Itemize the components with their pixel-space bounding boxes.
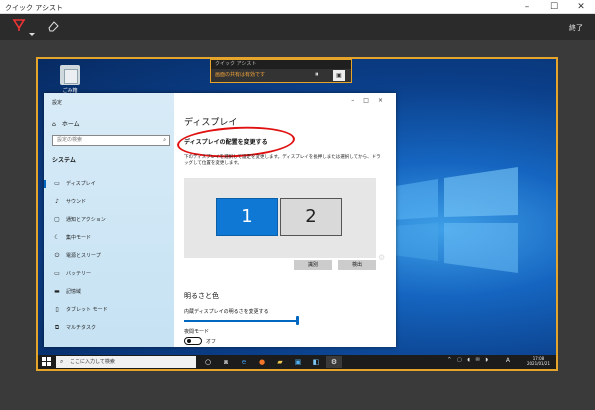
remote-cursor-icon: ⚙ xyxy=(378,253,386,262)
brightness-label: 内蔵ディスプレイの明るさを変更する xyxy=(184,309,269,315)
settings-sidebar: 設定 ⌂ ホーム 設定の検索 ⌕ システム ▭ ディスプレイ ♪ サウンド ▢ 通知とア… xyxy=(44,93,174,347)
sidebar-item-display[interactable]: ▭ ディスプレイ xyxy=(44,177,170,191)
sidebar-item-label: サウンド xyxy=(66,199,87,205)
store-icon[interactable]: ▣ xyxy=(290,356,306,368)
maximize-button[interactable]: ☐ xyxy=(542,1,566,13)
storage-icon: ▬ xyxy=(54,288,60,295)
quick-assist-toolbar xyxy=(0,14,595,40)
sidebar-item-multitasking[interactable]: ⧉ マルチタスク xyxy=(52,321,170,335)
notification-icon: ▢ xyxy=(54,216,60,223)
pause-icon[interactable]: ⏸ xyxy=(315,70,319,79)
share-options-button[interactable]: ▣ xyxy=(333,70,345,81)
night-mode-toggle[interactable] xyxy=(184,337,202,345)
sidebar-item-power[interactable]: ⏻ 電源とスリープ xyxy=(52,249,170,263)
sidebar-item-label: バッテリー xyxy=(66,271,92,277)
power-icon: ⏻ xyxy=(54,252,60,259)
remote-desktop-view[interactable]: ごみ箱 クイック アシスト 画面の共有は有効です ⏸ ▣ 設定 ⌂ ホーム 設定の… xyxy=(36,57,558,371)
sidebar-item-label: 集中モード xyxy=(66,235,92,241)
firefox-icon[interactable]: ● xyxy=(254,356,270,368)
search-placeholder: 設定の検索 xyxy=(57,137,83,143)
sidebar-item-storage[interactable]: ▬ 記憶域 xyxy=(52,285,170,299)
focus-assist-icon: ☾ xyxy=(54,234,60,241)
screen-sharing-bar: クイック アシスト 画面の共有は有効です ⏸ ▣ xyxy=(210,59,352,83)
quick-assist-icon[interactable]: ◧ xyxy=(308,356,324,368)
clock-date: 2021/01/21 xyxy=(526,361,550,366)
display-1-tile[interactable]: 1 xyxy=(216,198,278,236)
annotate-pen-icon[interactable] xyxy=(9,18,29,36)
app-title: クイック アシスト xyxy=(5,4,63,12)
task-view-icon[interactable]: ⧈ xyxy=(218,356,234,368)
display-2-tile[interactable]: 2 xyxy=(280,198,342,236)
title-bar: クイック アシスト – ☐ ✕ xyxy=(0,0,595,14)
monitor-icon: ▭ xyxy=(54,180,60,187)
rearrange-displays-heading: ディスプレイの配置を変更する xyxy=(184,139,268,146)
battery-icon: ▭ xyxy=(54,270,60,277)
sidebar-item-home[interactable]: ⌂ ホーム xyxy=(52,119,80,128)
taskbar-clock[interactable]: 17:08 2021/01/21 xyxy=(527,356,550,366)
settings-window-title: 設定 xyxy=(52,100,63,106)
search-icon: ⌕ xyxy=(60,358,64,365)
page-title: ディスプレイ xyxy=(184,118,238,128)
edge-icon[interactable]: e xyxy=(236,356,252,368)
multitask-icon: ⧉ xyxy=(54,324,60,331)
cortana-icon[interactable]: ○ xyxy=(200,356,216,368)
speaker-icon: ♪ xyxy=(55,198,59,205)
sidebar-section-title: システム xyxy=(52,157,76,164)
sidebar-item-sound[interactable]: ♪ サウンド xyxy=(52,195,170,209)
sidebar-item-tablet-mode[interactable]: ▯ タブレット モード xyxy=(52,303,170,317)
detect-button[interactable]: 検出 xyxy=(338,260,376,270)
home-icon: ⌂ xyxy=(52,121,56,128)
sidebar-item-label: 記憶域 xyxy=(66,289,82,295)
settings-content: –□× ディスプレイ ディスプレイの配置を変更する 下のディスプレイを選択して設… xyxy=(174,93,396,347)
close-button[interactable]: ✕ xyxy=(569,1,593,13)
sidebar-item-label: 電源とスリープ xyxy=(66,253,101,259)
brightness-slider-track[interactable] xyxy=(184,320,298,322)
brightness-slider-fill xyxy=(184,320,298,322)
sidebar-item-label: タブレット モード xyxy=(66,307,108,313)
sidebar-item-label: ディスプレイ xyxy=(66,181,96,187)
share-status-message: 画面の共有は有効です xyxy=(215,72,266,78)
settings-window: 設定 ⌂ ホーム 設定の検索 ⌕ システム ▭ ディスプレイ ♪ サウンド ▢ 通知とア… xyxy=(44,93,396,347)
brightness-section-title: 明るさと色 xyxy=(184,292,219,300)
remote-taskbar: ⌕ ここに入力して検索 ○ ⧈ e ● ▰ ▣ ◧ ⚙ ^ ▢ ◖ ✉ ◗ A … xyxy=(38,355,556,369)
search-icon: ⌕ xyxy=(163,137,166,143)
home-label: ホーム xyxy=(61,121,80,128)
system-tray-icons[interactable]: ^ ▢ ◖ ✉ ◗ xyxy=(447,357,490,363)
settings-search-input[interactable]: 設定の検索 ⌕ xyxy=(52,135,170,146)
recycle-bin-desktop-icon[interactable]: ごみ箱 xyxy=(50,65,90,94)
sidebar-item-notifications[interactable]: ▢ 通知とアクション xyxy=(52,213,170,227)
end-session-button[interactable]: 終了 xyxy=(569,23,583,33)
eraser-icon[interactable] xyxy=(46,20,60,34)
pen-options-caret-icon[interactable] xyxy=(29,33,35,36)
taskbar-search-placeholder: ここに入力して検索 xyxy=(70,359,115,365)
settings-window-controls[interactable]: –□× xyxy=(351,97,392,104)
minimize-button[interactable]: – xyxy=(515,1,539,13)
taskbar-search-input[interactable]: ⌕ ここに入力して検索 xyxy=(56,356,196,368)
sidebar-item-focus-assist[interactable]: ☾ 集中モード xyxy=(52,231,170,245)
recycle-bin-icon xyxy=(60,65,80,85)
file-explorer-icon[interactable]: ▰ xyxy=(272,356,288,368)
identify-button[interactable]: 識別 xyxy=(294,260,332,270)
start-button-icon[interactable] xyxy=(42,357,52,367)
tablet-icon: ▯ xyxy=(55,306,59,313)
night-mode-label: 夜間モード xyxy=(184,329,210,335)
ime-indicator[interactable]: A xyxy=(506,357,510,364)
sidebar-item-label: 通知とアクション xyxy=(66,217,106,223)
share-bar-title: クイック アシスト xyxy=(211,60,351,69)
sidebar-item-battery[interactable]: ▭ バッテリー xyxy=(52,267,170,281)
rearrange-description: 下のディスプレイを選択して設定を変更します。ディスプレイを長押しまたは選択してか… xyxy=(184,155,381,166)
sidebar-item-label: マルチタスク xyxy=(66,325,97,331)
display-arrangement-area: 1 2 xyxy=(184,178,376,258)
brightness-slider-thumb[interactable] xyxy=(296,316,299,325)
night-mode-state: オフ xyxy=(206,339,217,345)
settings-gear-icon[interactable]: ⚙ xyxy=(326,356,342,368)
